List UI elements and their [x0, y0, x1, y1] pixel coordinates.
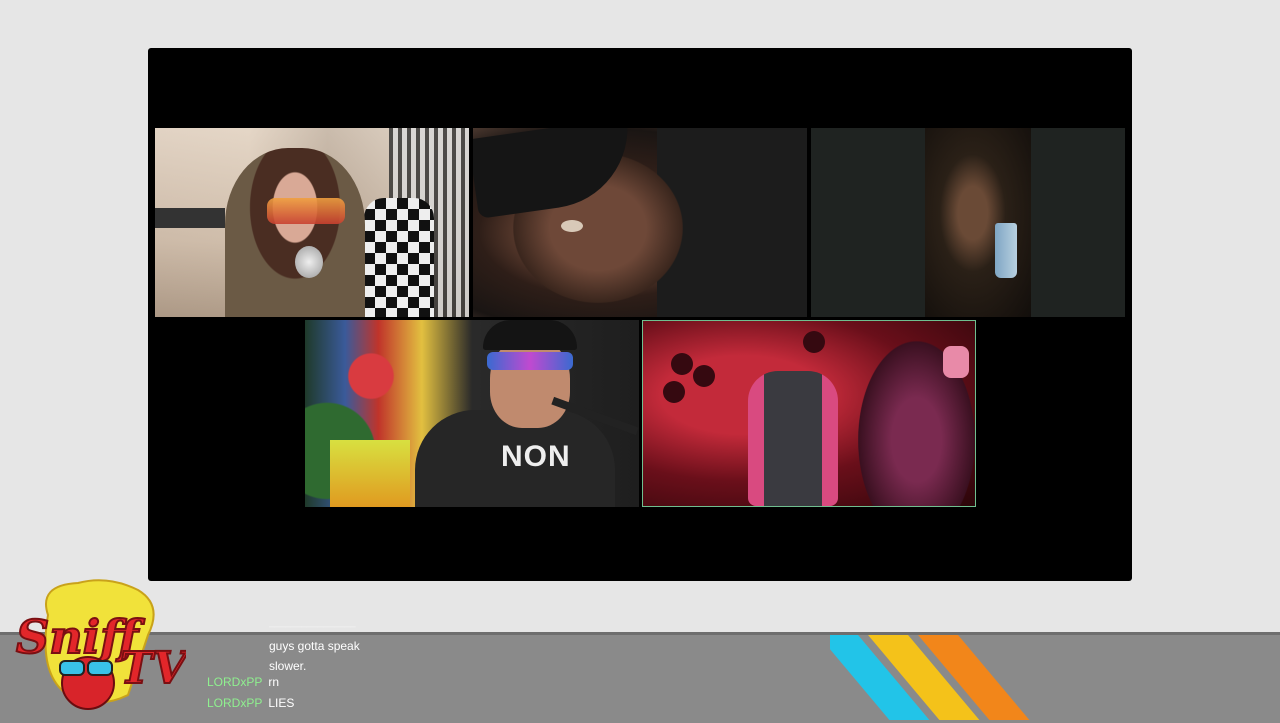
chat-message-continued: guys gotta speak slower.: [269, 636, 360, 676]
headset: [943, 346, 969, 378]
brand-stripes: [830, 635, 1090, 720]
wall-decoration: [663, 381, 685, 403]
cap: [483, 320, 577, 350]
eye: [561, 220, 583, 232]
chat-message-text: rn: [268, 675, 280, 689]
participant-tile-3[interactable]: [811, 128, 1125, 317]
tumbler-cup: [995, 223, 1017, 278]
participant-tile-1[interactable]: [155, 128, 469, 317]
chat-username: LORDxPP: [207, 675, 263, 689]
participant-figure: [225, 148, 365, 317]
participant-tile-2[interactable]: [473, 128, 807, 317]
video-call-stage: NON: [148, 48, 1132, 581]
checkered-chair: [364, 198, 434, 317]
microphone: [295, 246, 323, 278]
city-lights: [330, 440, 410, 507]
keyboard-stand: [155, 208, 225, 228]
chat-username: LORDxPP: [207, 696, 263, 710]
participant-tile-5-active-speaker[interactable]: [642, 320, 976, 507]
wall-decoration: [693, 365, 715, 387]
sunglasses: [267, 198, 345, 224]
participant-tile-4[interactable]: NON: [305, 320, 639, 507]
chat-faded-line: ━━━━━━━━━━━━━━━━: [269, 622, 356, 632]
chat-message-text: guys gotta speak: [269, 639, 360, 653]
sniff-tv-logo: Sniff TV: [15, 579, 186, 710]
sunglasses: [487, 352, 573, 370]
chat-message: LORDxPP rn: [207, 675, 279, 689]
wall-decoration: [671, 353, 693, 375]
wall-decoration: [803, 331, 825, 353]
gaming-chair: [748, 371, 838, 506]
shirt-text: NON: [501, 440, 571, 473]
chat-message-text: LIES: [268, 696, 295, 710]
chat-message: LORDxPP LIES: [207, 696, 294, 710]
chat-message-text: slower.: [269, 659, 307, 673]
logo-text-tv: TV: [120, 643, 186, 694]
